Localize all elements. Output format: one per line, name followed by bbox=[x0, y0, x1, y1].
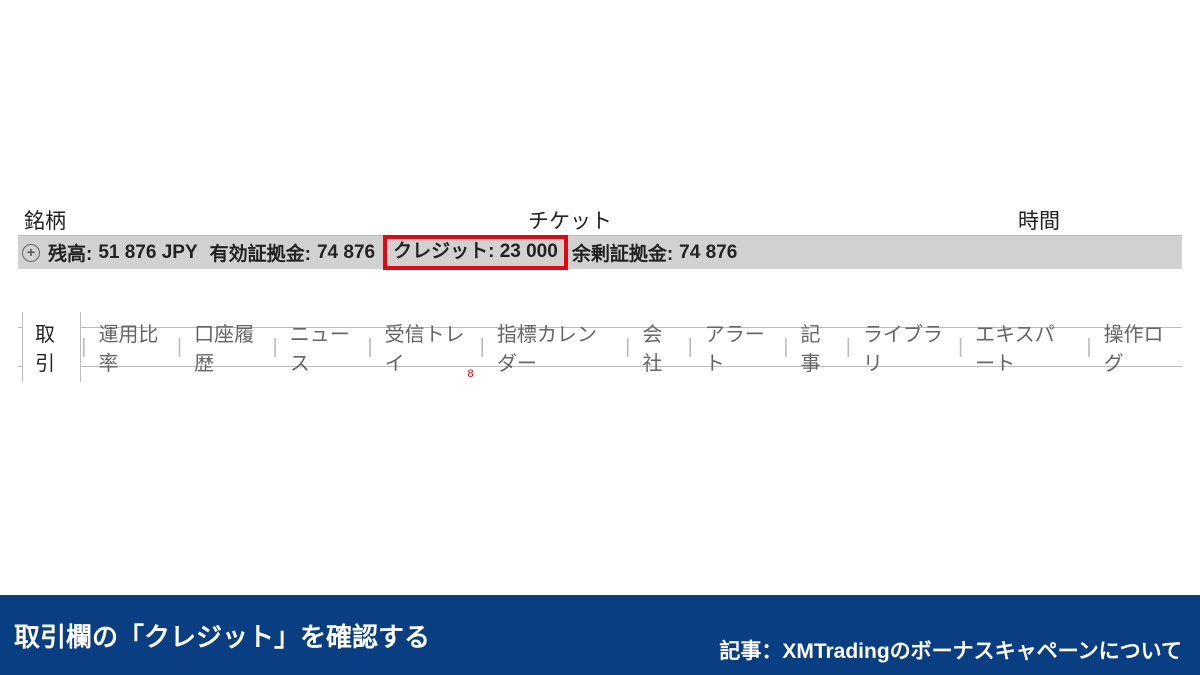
caption-title: 取引欄の「クレジット」を確認する bbox=[14, 617, 430, 654]
tab-article[interactable]: 記事 bbox=[788, 312, 845, 382]
col-time: 時間 bbox=[1018, 205, 1060, 235]
balance-value: 51 876 JPY bbox=[98, 242, 197, 264]
tab-history[interactable]: 口座履歴 bbox=[182, 312, 272, 382]
expand-plus-icon[interactable] bbox=[22, 244, 40, 262]
balance-label: 残高: bbox=[48, 239, 92, 266]
tab-inbox-label: 受信トレイ bbox=[385, 324, 465, 375]
credit-label: クレジット: bbox=[393, 241, 494, 262]
col-ticket: チケット bbox=[528, 205, 612, 235]
free-margin-value: 74 876 bbox=[679, 242, 737, 264]
tab-ratio[interactable]: 運用比率 bbox=[86, 312, 176, 382]
tab-inbox[interactable]: 受信トレイ 8 bbox=[373, 312, 480, 382]
account-summary-row[interactable]: 残高: 51 876 JPY 有効証拠金: 74 876 クレジット: 23 0… bbox=[18, 235, 1182, 269]
equity-label: 有効証拠金: bbox=[210, 239, 311, 266]
col-symbol: 銘柄 bbox=[24, 205, 66, 235]
inbox-badge: 8 bbox=[468, 368, 474, 380]
credit-highlight-box: クレジット: 23 000 bbox=[383, 235, 568, 270]
tab-log[interactable]: 操作ログ bbox=[1092, 312, 1182, 382]
tab-company[interactable]: 会社 bbox=[630, 312, 687, 382]
tab-news[interactable]: ニュース bbox=[278, 312, 368, 382]
tab-calendar[interactable]: 指標カレンダー bbox=[485, 312, 625, 382]
equity-value: 74 876 bbox=[317, 242, 375, 264]
tab-library[interactable]: ライブラリ bbox=[851, 312, 958, 382]
caption-bar: 取引欄の「クレジット」を確認する 記事：XMTradingのボーナスキャペーンに… bbox=[0, 595, 1200, 675]
caption-article: 記事：XMTradingのボーナスキャペーンについて bbox=[719, 635, 1182, 675]
free-margin-label: 余剰証拠金: bbox=[572, 239, 673, 266]
tab-alert[interactable]: アラート bbox=[693, 312, 783, 382]
credit-value: 23 000 bbox=[500, 241, 558, 262]
column-headers: 銘柄 チケット 時間 bbox=[18, 205, 1182, 235]
tab-trade[interactable]: 取引 bbox=[22, 312, 81, 382]
terminal-tabs: 取引 | 運用比率 | 口座履歴 | ニュース | 受信トレイ 8 | 指標カレ… bbox=[18, 327, 1182, 367]
tab-expert[interactable]: エキスパート bbox=[963, 312, 1086, 382]
terminal-panel: 銘柄 チケット 時間 残高: 51 876 JPY 有効証拠金: 74 876 … bbox=[18, 205, 1182, 367]
